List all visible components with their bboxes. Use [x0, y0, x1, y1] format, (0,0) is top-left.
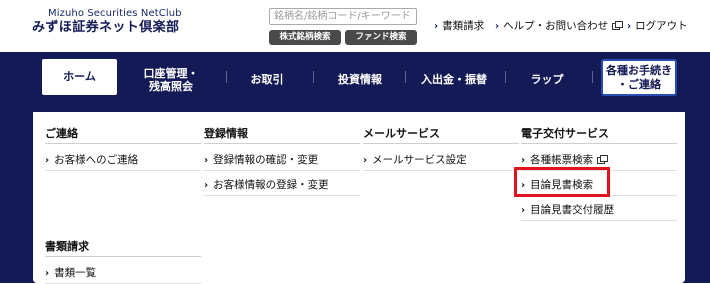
- chevron-right-icon: ›: [45, 268, 50, 279]
- menu-link-label: お客様情報の登録・変更: [213, 179, 329, 191]
- nav-tab-trade[interactable]: お取引: [232, 56, 302, 104]
- documents-request-label: 書類請求: [442, 20, 485, 32]
- nav-tab-account[interactable]: 口座管理・ 残高照会: [128, 56, 214, 104]
- nav-divider: [226, 71, 227, 83]
- site-header: Mizuho Securities NetClub みずほ証券ネット倶楽部 株式…: [0, 0, 710, 52]
- menu-link-label: お客様へのご連絡: [54, 154, 139, 166]
- menu-link-label: 目論見書交付履歴: [530, 204, 615, 216]
- nav-divider: [405, 71, 406, 83]
- chevron-right-icon: ›: [495, 21, 500, 32]
- external-window-icon: [597, 155, 609, 164]
- documents-request-link[interactable]: › 書類請求: [434, 18, 484, 33]
- nav-tab-wrap[interactable]: ラップ: [512, 56, 582, 104]
- menu-link-registration-confirm[interactable]: › 登録情報の確認・変更: [204, 146, 360, 171]
- site-logo[interactable]: Mizuho Securities NetClub みずほ証券ネット倶楽部: [32, 8, 202, 35]
- nav-divider: [505, 71, 506, 83]
- nav-tab-invest-info[interactable]: 投資情報: [324, 56, 396, 104]
- nav-tab-deposit-transfer[interactable]: 入出金・振替: [412, 56, 496, 104]
- fund-search-button[interactable]: ファンド検索: [345, 30, 417, 45]
- chevron-right-icon: ›: [45, 155, 50, 166]
- menu-link-label: 書類一覧: [54, 267, 97, 279]
- chevron-right-icon: ›: [521, 155, 526, 166]
- chevron-right-icon: ›: [363, 155, 368, 166]
- stock-search-button[interactable]: 株式銘柄検索: [269, 30, 341, 45]
- highlight-box: [514, 167, 610, 197]
- menu-link-mail-settings[interactable]: › メールサービス設定: [363, 146, 519, 171]
- external-window-icon: [612, 21, 624, 30]
- menu-heading-mail: メールサービス: [363, 118, 519, 144]
- logout-link[interactable]: › ログアウト: [627, 18, 688, 33]
- menu-link-label: 登録情報の確認・変更: [213, 154, 319, 166]
- logout-label: ログアウト: [635, 20, 688, 32]
- chevron-right-icon: ›: [434, 21, 439, 32]
- menu-link-document-list[interactable]: › 書類一覧: [45, 259, 201, 284]
- menu-heading-electronic-delivery: 電子交付サービス: [521, 118, 677, 144]
- chevron-right-icon: ›: [204, 180, 209, 191]
- help-contact-label: ヘルプ・お問い合わせ: [503, 20, 609, 32]
- logo-english: Mizuho Securities NetClub: [48, 8, 182, 19]
- menu-heading-contact: ご連絡: [45, 118, 201, 144]
- help-contact-link[interactable]: › ヘルプ・お問い合わせ: [495, 18, 624, 33]
- nav-divider: [313, 71, 314, 83]
- search-input[interactable]: [269, 8, 417, 25]
- nav-tab-procedures[interactable]: 各種お手続き ・ご連絡: [601, 59, 677, 96]
- menu-heading-registration: 登録情報: [204, 118, 360, 144]
- chevron-right-icon: ›: [521, 205, 526, 216]
- menu-heading-documents: 書類請求: [45, 231, 201, 257]
- nav-divider: [592, 71, 593, 83]
- logo-japanese: みずほ証券ネット倶楽部: [32, 20, 180, 35]
- menu-link-label: メールサービス設定: [372, 154, 467, 166]
- menu-link-customer-contact[interactable]: › お客様へのご連絡: [45, 146, 201, 171]
- chevron-right-icon: ›: [204, 155, 209, 166]
- menu-link-prospectus-history[interactable]: › 目論見書交付履歴: [521, 196, 677, 221]
- chevron-right-icon: ›: [627, 21, 632, 32]
- menu-link-label: 各種帳票検索: [530, 154, 594, 166]
- nav-tab-home[interactable]: ホーム: [42, 59, 117, 95]
- mega-menu-panel: ご連絡 › お客様へのご連絡 登録情報 › 登録情報の確認・変更 › お客様情報の登録…: [33, 112, 685, 284]
- menu-link-customer-info[interactable]: › お客様情報の登録・変更: [204, 171, 360, 196]
